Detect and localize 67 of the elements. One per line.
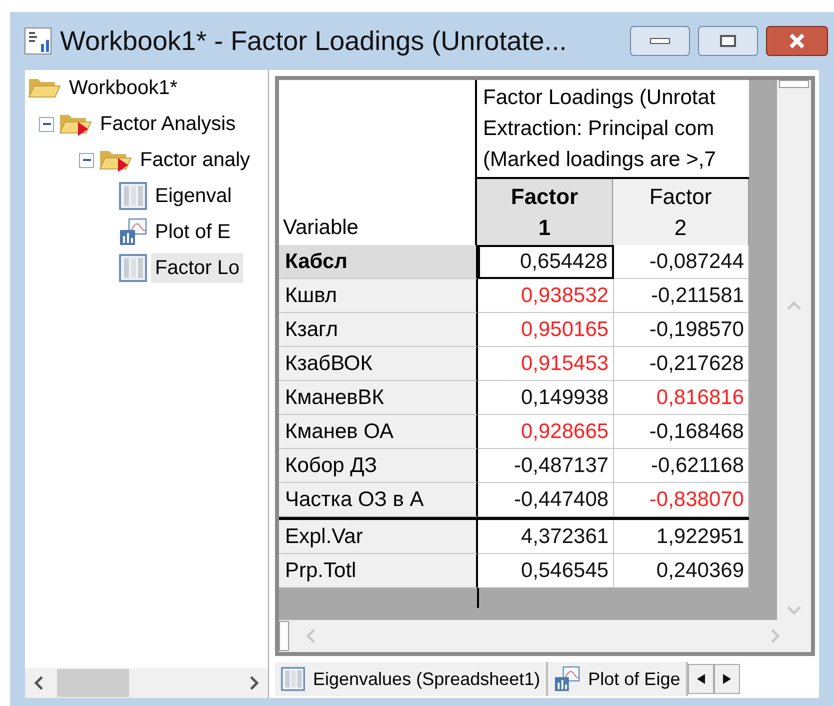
- table-cell[interactable]: -0,621168: [614, 449, 749, 483]
- minimize-button[interactable]: [630, 26, 690, 56]
- table-cell[interactable]: 0,915453: [478, 347, 614, 381]
- row-header: Expl.Var: [279, 520, 478, 554]
- column-label: Variable: [283, 214, 358, 240]
- maximize-button[interactable]: [698, 26, 758, 56]
- scroll-right-icon[interactable]: [248, 675, 260, 691]
- table-cell[interactable]: 0,950165: [478, 313, 614, 347]
- table-cell[interactable]: 0,149938: [478, 381, 614, 415]
- workbook-icon: [24, 27, 52, 55]
- horizontal-scrollbar[interactable]: [25, 668, 268, 698]
- tree-item[interactable]: Factor Lo: [151, 253, 244, 283]
- scroll-thumb[interactable]: [279, 621, 289, 651]
- row-header[interactable]: Кобор ДЗ: [279, 449, 478, 483]
- row-header[interactable]: КзабВОК: [279, 347, 478, 381]
- close-icon: [788, 33, 806, 49]
- sheet-tab[interactable]: Plot of Eige: [548, 662, 688, 696]
- title-line: Extraction: Principal com: [483, 116, 716, 142]
- column-header[interactable]: Factor 1: [477, 179, 613, 245]
- tree-item[interactable]: Workbook1*: [65, 73, 182, 103]
- scroll-thumb[interactable]: [57, 669, 129, 697]
- sheet-tab[interactable]: Eigenvalues (Spreadsheet1): [275, 662, 548, 696]
- tree-item[interactable]: Factor Analysis: [96, 109, 240, 139]
- table-cell[interactable]: -0,211581: [614, 279, 749, 313]
- table-cell[interactable]: 0,938532: [478, 279, 614, 313]
- row-header: Prp.Totl: [279, 554, 478, 588]
- close-button[interactable]: [766, 26, 828, 56]
- row-header[interactable]: КманевВК: [279, 381, 478, 415]
- row-header[interactable]: Кзагл: [279, 313, 478, 347]
- row-header[interactable]: Кабсл: [279, 245, 478, 279]
- column-header[interactable]: Factor 2: [613, 179, 749, 245]
- table-cell[interactable]: 0,816816: [614, 381, 749, 415]
- collapse-icon[interactable]: [39, 116, 54, 132]
- left-triangle-icon: [697, 674, 706, 684]
- table-cell[interactable]: 0,928665: [478, 415, 614, 449]
- table-cell: 0,240369: [614, 554, 749, 588]
- title-line: Factor Loadings (Unrotat: [483, 85, 716, 111]
- right-triangle-icon: [723, 674, 732, 684]
- tree-item[interactable]: Plot of E: [151, 217, 235, 247]
- tree-item[interactable]: Eigenval: [151, 181, 236, 211]
- scroll-thumb[interactable]: [779, 80, 809, 88]
- tree-item[interactable]: Factor analy: [136, 145, 254, 175]
- spreadsheet-icon: [119, 254, 147, 282]
- table-cell[interactable]: -0,087244: [614, 245, 749, 279]
- tab-scroll-right-button[interactable]: [714, 664, 740, 694]
- table-cell[interactable]: -0,198570: [614, 313, 749, 347]
- table-cell[interactable]: -0,838070: [614, 483, 749, 517]
- table-cell[interactable]: -0,487137: [478, 449, 614, 483]
- table-cell[interactable]: -0,168468: [614, 415, 749, 449]
- collapse-icon[interactable]: [79, 152, 94, 168]
- row-header[interactable]: Кманев ОА: [279, 415, 478, 449]
- row-header[interactable]: Частка ОЗ в А: [279, 483, 478, 517]
- tab-scroll-left-button[interactable]: [688, 664, 714, 694]
- table-cell[interactable]: -0,217628: [614, 347, 749, 381]
- title-line: (Marked loadings are >,7: [483, 147, 717, 173]
- graph-icon: [119, 218, 147, 246]
- graph-icon: [554, 666, 580, 692]
- spreadsheet-icon: [281, 667, 305, 691]
- table-cell[interactable]: 0,654428: [478, 245, 614, 279]
- spreadsheet-icon: [119, 182, 147, 210]
- scroll-left-icon[interactable]: [33, 675, 45, 691]
- table-cell: 0,546545: [478, 554, 614, 588]
- row-header[interactable]: Кшвл: [279, 279, 478, 313]
- table-cell: 4,372361: [478, 520, 614, 554]
- window-title: Workbook1* - Factor Loadings (Unrotate...: [60, 24, 568, 58]
- table-cell: 1,922951: [614, 520, 749, 554]
- table-cell[interactable]: -0,447408: [478, 483, 614, 517]
